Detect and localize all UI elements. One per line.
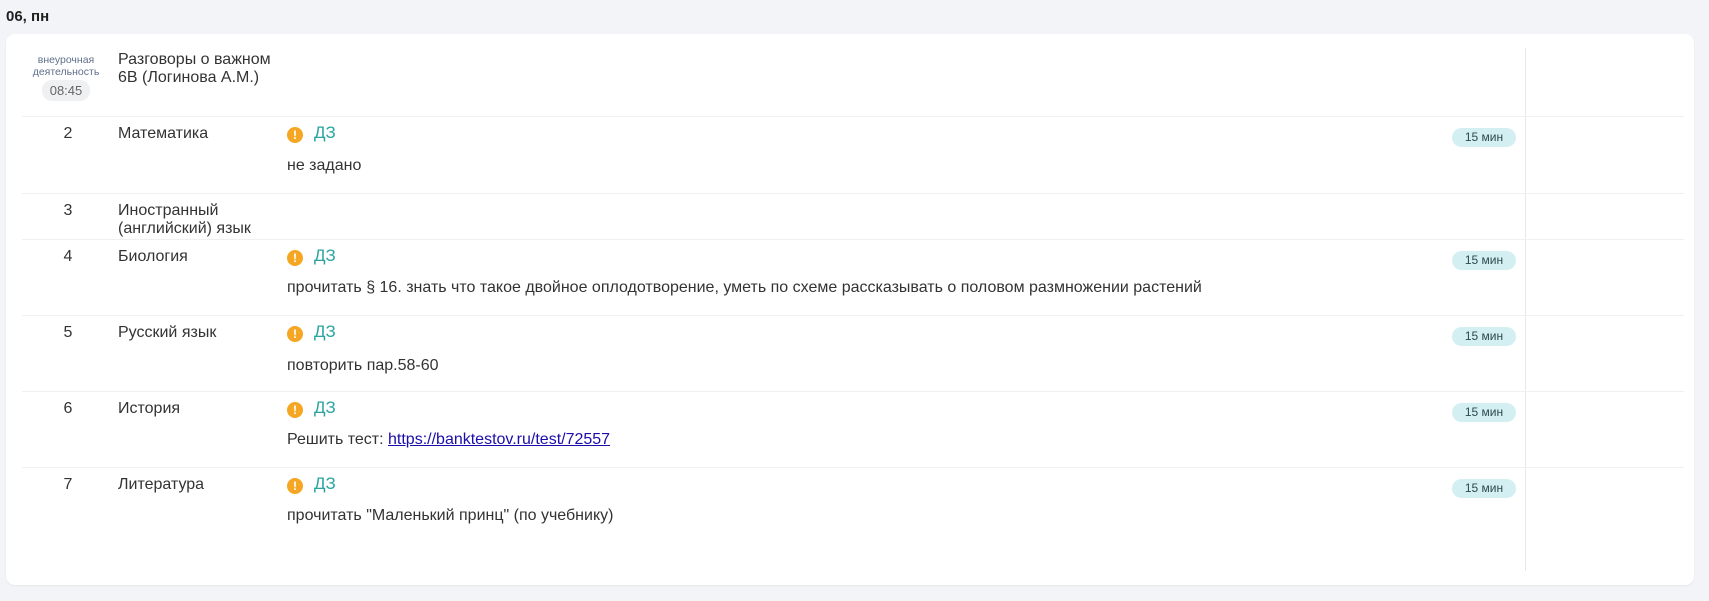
- subject-name[interactable]: Математика: [118, 125, 288, 143]
- lesson-number: 3: [63, 202, 73, 219]
- duration-badge: 15 мин: [1452, 403, 1516, 422]
- lesson-number: 7: [63, 476, 73, 493]
- lesson-row: 5 Русский язык ! ДЗ 15 мин повторить пар…: [22, 316, 1684, 392]
- test-url-link[interactable]: https://banktestov.ru/test/72557: [388, 431, 610, 448]
- lesson-row: 7 Литература ! ДЗ 15 мин прочитать "Мале…: [22, 468, 1684, 543]
- extra-label-line1: внеурочная: [37, 54, 95, 66]
- lesson-row-extra: внеурочная деятельность 08:45 Разговоры …: [22, 48, 1684, 117]
- extra-label-line2: деятельность: [32, 66, 100, 78]
- lesson-row: 3 Иностранный (английский) язык: [22, 194, 1684, 240]
- subject-name[interactable]: Русский язык: [118, 324, 288, 342]
- duration-badge: 15 мин: [1452, 479, 1516, 498]
- homework-text: не задано: [287, 157, 362, 174]
- homework-text: повторить пар.58-60: [287, 357, 439, 374]
- lesson-number: 2: [63, 125, 73, 142]
- subject-name[interactable]: Иностранный (английский) язык: [118, 202, 288, 238]
- homework-link[interactable]: ДЗ: [314, 474, 336, 494]
- homework-text: прочитать § 16. знать что такое двойное …: [287, 279, 1202, 296]
- subject-name[interactable]: История: [118, 400, 288, 418]
- homework-text: Решить тест: https://banktestov.ru/test/…: [287, 431, 610, 449]
- time-pill: 08:45: [42, 80, 90, 101]
- subject-line2: (английский) язык: [118, 220, 251, 237]
- subject-line1: Разговоры о важном: [118, 51, 271, 68]
- subject-name[interactable]: Разговоры о важном 6В (Логинова А.М.): [118, 51, 288, 87]
- lesson-row: 6 История ! ДЗ 15 мин Решить тест: https…: [22, 392, 1684, 468]
- subject-line1: Иностранный: [118, 202, 219, 219]
- extra-activity-label: внеурочная деятельность: [26, 54, 106, 78]
- lesson-number: 5: [63, 324, 73, 341]
- lesson-row: 4 Биология ! ДЗ 15 мин прочитать § 16. з…: [22, 240, 1684, 316]
- duration-badge: 15 мин: [1452, 327, 1516, 346]
- exclamation-circle-icon: !: [287, 250, 303, 266]
- lesson-number: 6: [63, 400, 73, 417]
- homework-link[interactable]: ДЗ: [314, 123, 336, 143]
- day-header: 06, пн: [6, 8, 50, 25]
- subject-name[interactable]: Биология: [118, 248, 288, 266]
- homework-text: прочитать "Маленький принц" (по учебнику…: [287, 507, 614, 524]
- homework-prefix: Решить тест:: [287, 431, 389, 448]
- lesson-row: 2 Математика ! ДЗ 15 мин не задано: [22, 117, 1684, 194]
- homework-link[interactable]: ДЗ: [314, 246, 336, 266]
- exclamation-circle-icon: !: [287, 402, 303, 418]
- exclamation-circle-icon: !: [287, 478, 303, 494]
- exclamation-circle-icon: !: [287, 127, 303, 143]
- lesson-number: 4: [63, 248, 73, 265]
- subject-name[interactable]: Литература: [118, 476, 288, 494]
- duration-badge: 15 мин: [1452, 128, 1516, 147]
- exclamation-circle-icon: !: [287, 326, 303, 342]
- homework-link[interactable]: ДЗ: [314, 322, 336, 342]
- schedule-card: внеурочная деятельность 08:45 Разговоры …: [6, 34, 1694, 585]
- subject-line2: 6В (Логинова А.М.): [118, 69, 260, 86]
- homework-link[interactable]: ДЗ: [314, 398, 336, 418]
- duration-badge: 15 мин: [1452, 251, 1516, 270]
